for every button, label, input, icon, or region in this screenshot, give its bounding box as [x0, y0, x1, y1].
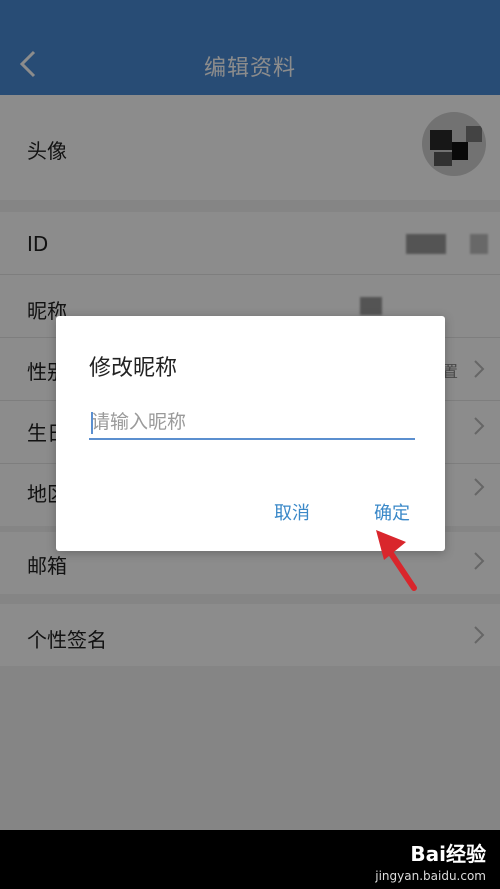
edit-nickname-dialog: 修改昵称 取消 确定 — [56, 316, 445, 551]
red-pointer-arrow-icon — [376, 530, 417, 591]
cancel-button[interactable]: 取消 — [274, 499, 310, 525]
watermark-brand: Bai经验 — [410, 842, 486, 866]
edit-profile-screen: 编辑资料 头像 ID 昵称 性别 置 生日 地区 邮箱 个性签名 修改昵称 请输… — [0, 0, 500, 830]
nickname-input[interactable] — [89, 406, 415, 440]
text-cursor — [91, 412, 93, 434]
baidu-jingyan-watermark: Bai经验 jingyan.baidu.com — [375, 838, 486, 883]
dialog-title: 修改昵称 — [89, 356, 178, 381]
watermark-bar: Bai经验 jingyan.baidu.com — [0, 830, 500, 889]
watermark-url: jingyan.baidu.com — [375, 869, 486, 883]
